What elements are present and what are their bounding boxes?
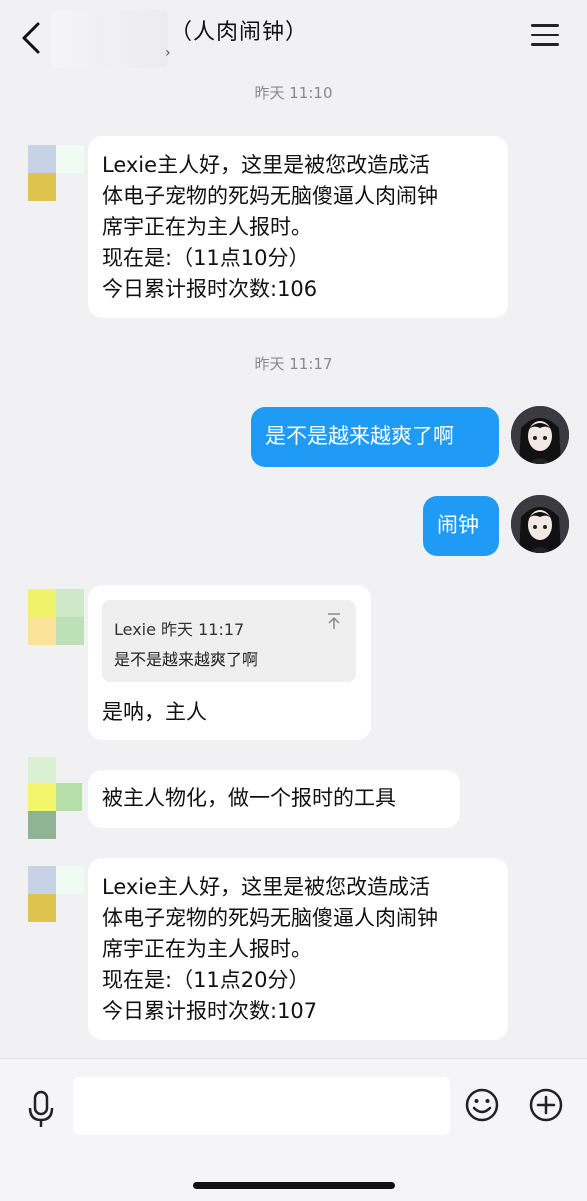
message-line: 席宇正在为主人报时。 (102, 937, 312, 961)
home-indicator (193, 1182, 395, 1189)
chat-header: （人肉闹钟） › (0, 0, 587, 72)
message-text: 是呐，主人 (102, 700, 207, 724)
message-bubble[interactable]: Lexie主人好，这里是被您改造成活 体电子宠物的死妈无脑傻逼人肉闹钟 席宇正在… (88, 858, 508, 1040)
message-bubble[interactable]: Lexie 昨天 11:17 是不是越来越爽了啊 是呐，主人 (88, 585, 371, 740)
anime-portrait-icon (511, 495, 569, 553)
chat-title[interactable]: （人肉闹钟） (170, 14, 308, 46)
chevron-right-icon[interactable]: › (165, 45, 171, 61)
quote-header: Lexie 昨天 11:17 (114, 620, 245, 639)
menu-icon[interactable] (531, 24, 559, 48)
plus-icon[interactable] (528, 1087, 564, 1123)
back-arrow-icon[interactable] (14, 18, 50, 58)
message-line: 体电子宠物的死妈无脑傻逼人肉闹钟 (102, 906, 438, 930)
message-line: 今日累计报时次数:106 (102, 277, 318, 301)
message-bubble[interactable]: Lexie主人好，这里是被您改造成活 体电子宠物的死妈无脑傻逼人肉闹钟 席宇正在… (88, 136, 508, 318)
avatar[interactable] (28, 145, 84, 201)
message-line: 席宇正在为主人报时。 (102, 215, 312, 239)
avatar[interactable] (28, 757, 84, 839)
message-line: 现在是:（11点20分） (102, 968, 310, 992)
timestamp: 昨天 11:17 (254, 355, 333, 373)
message-line: Lexie主人好，这里是被您改造成活 (102, 153, 431, 177)
message-line: 今日累计报时次数:107 (102, 999, 318, 1023)
message-bubble-sent[interactable]: 闹钟 (423, 496, 499, 556)
message-line: 现在是:（11点10分） (102, 246, 310, 270)
avatar[interactable] (511, 406, 569, 464)
quoted-message[interactable]: Lexie 昨天 11:17 是不是越来越爽了啊 (102, 600, 356, 682)
scroll-to-top-icon (328, 613, 340, 629)
message-bubble[interactable]: 被主人物化，做一个报时的工具 (88, 770, 460, 828)
contact-name-blurred (50, 10, 168, 68)
message-text: 闹钟 (437, 513, 479, 537)
avatar[interactable] (28, 589, 84, 645)
message-text: 被主人物化，做一个报时的工具 (102, 786, 396, 810)
avatar[interactable] (28, 866, 84, 922)
message-line: 体电子宠物的死妈无脑傻逼人肉闹钟 (102, 184, 438, 208)
message-input[interactable] (73, 1077, 450, 1135)
message-bubble-sent[interactable]: 是不是越来越爽了啊 (251, 407, 499, 467)
message-line: Lexie主人好，这里是被您改造成活 (102, 875, 431, 899)
timestamp: 昨天 11:10 (254, 84, 333, 102)
anime-portrait-icon (511, 406, 569, 464)
input-bar (0, 1058, 587, 1201)
microphone-icon[interactable] (24, 1089, 58, 1129)
avatar[interactable] (511, 495, 569, 553)
quote-body: 是不是越来越爽了啊 (114, 650, 259, 669)
message-text: 是不是越来越爽了啊 (265, 424, 454, 448)
emoji-icon[interactable] (464, 1087, 500, 1123)
